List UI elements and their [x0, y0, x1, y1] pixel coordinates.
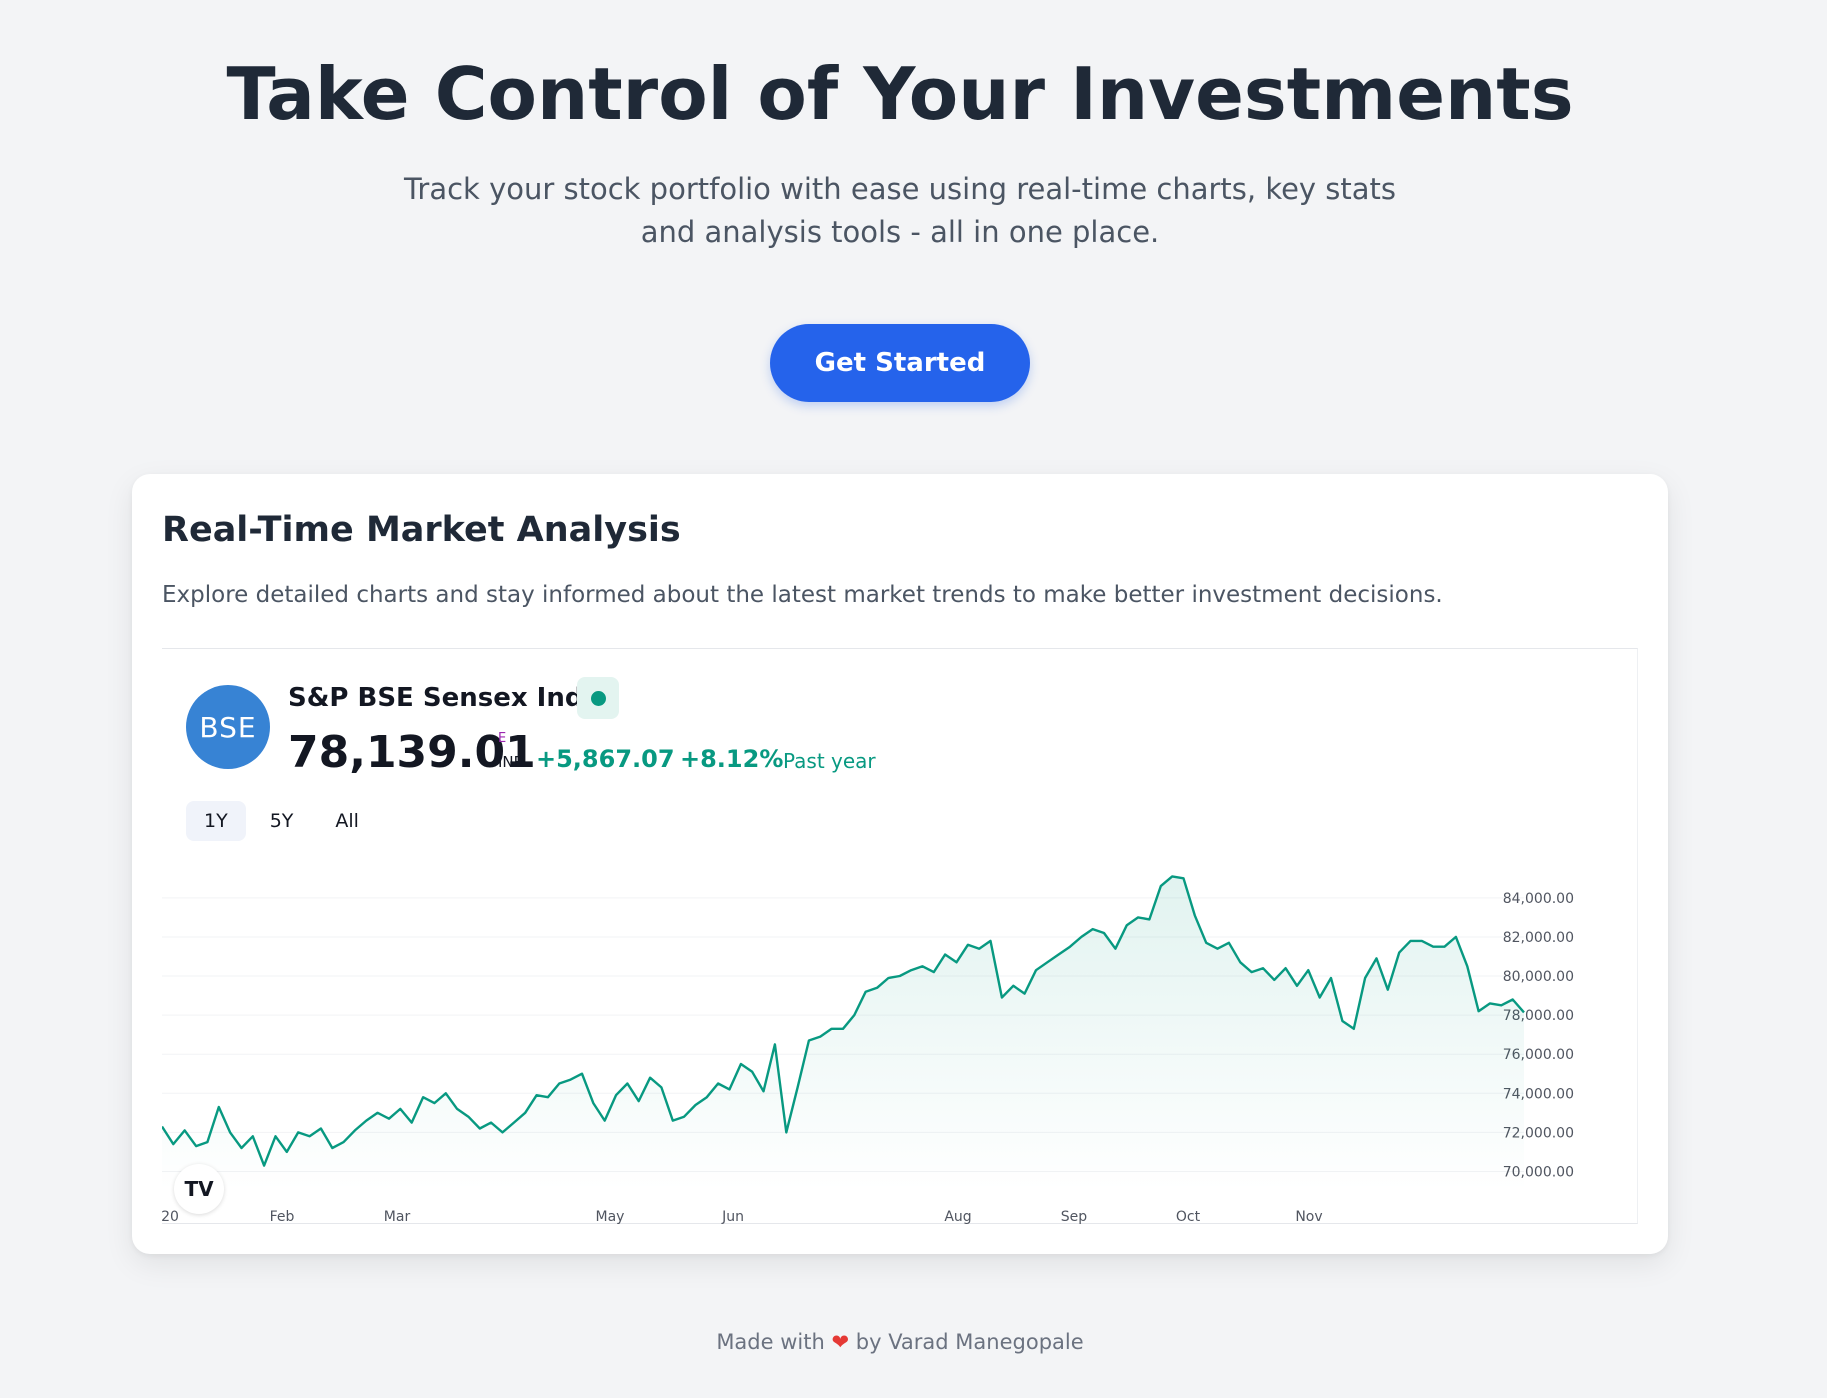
y-tick-label: 80,000.00 [1503, 969, 1574, 985]
y-tick-label: 84,000.00 [1503, 891, 1574, 907]
get-started-button[interactable]: Get Started [770, 324, 1030, 402]
footer-prefix: Made with [716, 1330, 825, 1354]
market-open-icon [590, 690, 606, 706]
currency-code: INR [498, 753, 525, 771]
symbol-overview-widget: BSE S&P BSE Sensex Index 78,139.01 E INR… [162, 648, 1638, 1225]
bse-logo: BSE [186, 685, 270, 769]
price-chart[interactable]: 70,000.0072,000.0074,000.0076,000.0078,0… [162, 849, 1638, 1225]
x-tick-label: Sep [1061, 1209, 1088, 1225]
x-tick-label: Aug [944, 1209, 971, 1225]
range-tabs: 1Y 5Y All [186, 801, 377, 841]
heart-icon: ❤ [831, 1330, 850, 1354]
footer: Made with ❤ by Varad Manegopale [0, 1330, 1800, 1354]
symbol-name[interactable]: S&P BSE Sensex Index [288, 683, 618, 713]
x-tick-label: May [596, 1209, 625, 1225]
change-period: Past year [783, 749, 876, 773]
x-tick-label: Oct [1176, 1209, 1201, 1225]
range-tab-5y[interactable]: 5Y [252, 801, 312, 841]
tradingview-logo-icon[interactable]: TV [174, 1164, 224, 1214]
y-tick-label: 82,000.00 [1503, 930, 1574, 946]
price-change: +5,867.07 [536, 745, 675, 773]
range-tab-all[interactable]: All [317, 801, 377, 841]
x-tick-label: 20 [162, 1209, 179, 1225]
x-tick-label: Mar [384, 1209, 411, 1225]
x-tick-label: Feb [270, 1209, 295, 1225]
range-tab-1y[interactable]: 1Y [186, 801, 246, 841]
footer-author: by Varad Manegopale [855, 1330, 1084, 1354]
card-description: Explore detailed charts and stay informe… [162, 582, 1443, 608]
hero-title: Take Control of Your Investments [226, 52, 1574, 136]
price-area [162, 876, 1524, 1191]
market-analysis-card: Real-Time Market Analysis Explore detail… [132, 474, 1668, 1254]
x-tick-label: Jun [721, 1209, 744, 1225]
x-tick-label: Nov [1295, 1209, 1322, 1225]
hero-subtitle: Track your stock portfolio with ease usi… [403, 172, 1397, 249]
currency-flag: E [498, 731, 507, 746]
card-title: Real-Time Market Analysis [162, 510, 681, 550]
price-change-percent: +8.12% [680, 745, 784, 773]
market-status-badge[interactable] [577, 677, 619, 719]
